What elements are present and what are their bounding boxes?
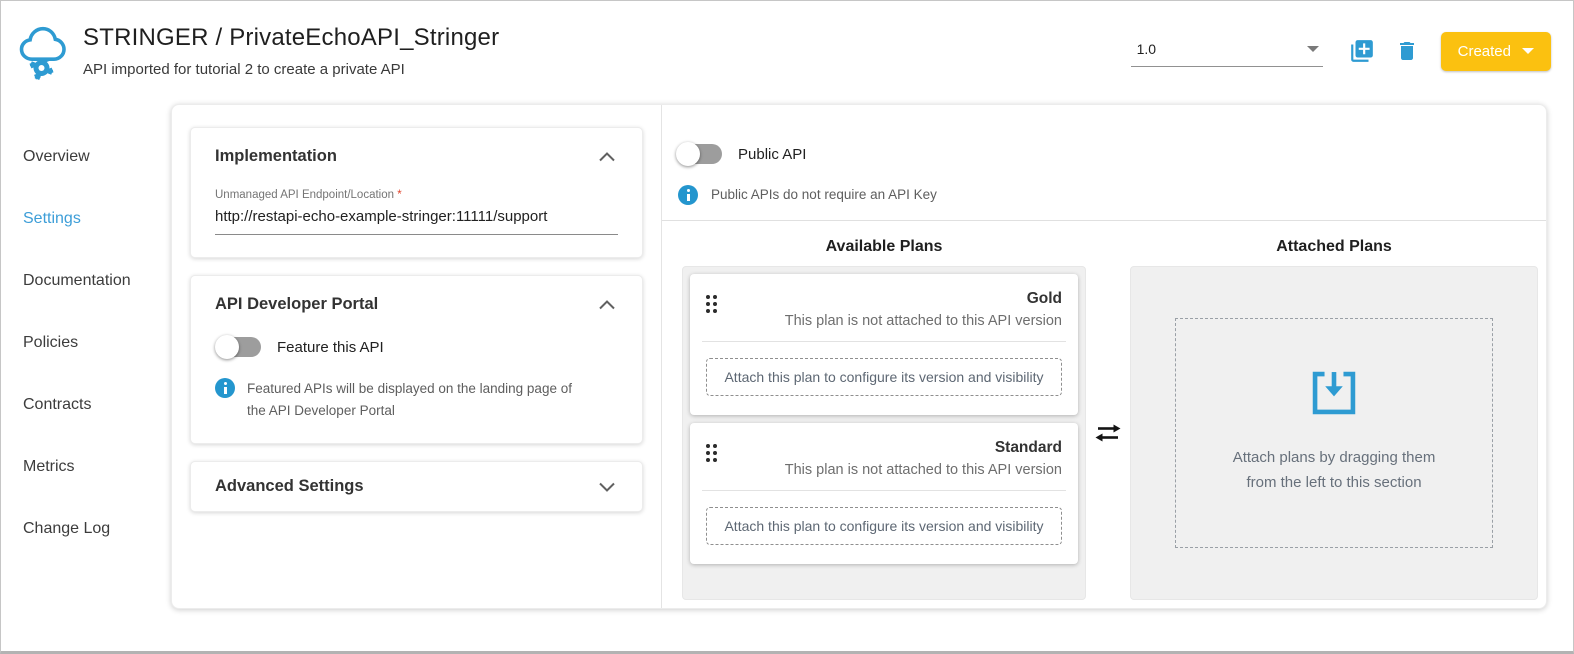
plans-area: Available Plans Gold This plan is not at…	[662, 221, 1546, 600]
chevron-down-icon	[1522, 48, 1534, 54]
feature-api-toggle[interactable]	[215, 335, 262, 359]
sidebar-item-contracts[interactable]: Contracts	[1, 374, 171, 436]
plan-card-top: Gold This plan is not attached to this A…	[706, 290, 1062, 329]
developer-portal-panel-header: API Developer Portal	[215, 295, 618, 314]
plan-card-divider	[702, 490, 1066, 491]
plan-card-standard[interactable]: Standard This plan is not attached to th…	[690, 423, 1078, 564]
plan-status: This plan is not attached to this API ve…	[717, 313, 1062, 329]
public-api-toggle-label: Public API	[738, 146, 806, 163]
plan-name: Gold	[717, 290, 1062, 308]
public-api-toggle[interactable]	[676, 142, 723, 166]
chevron-up-icon	[598, 300, 616, 310]
swap-arrows-wrap	[1086, 221, 1130, 600]
sidebar-item-policies[interactable]: Policies	[1, 312, 171, 374]
info-icon	[215, 378, 235, 398]
public-api-info: Public APIs do not require an API Key	[678, 184, 1546, 206]
attached-plans-column: Attached Plans Attach plans by dragging …	[1130, 221, 1538, 600]
status-dropdown-button[interactable]: Created	[1441, 32, 1551, 71]
expand-advanced-settings-button[interactable]	[596, 478, 618, 496]
developer-portal-title: API Developer Portal	[215, 295, 378, 314]
available-plans-column: Available Plans Gold This plan is not at…	[682, 221, 1086, 600]
advanced-settings-panel-header: Advanced Settings	[215, 477, 618, 496]
cloud-gear-logo-icon	[17, 23, 69, 81]
sidebar-item-metrics[interactable]: Metrics	[1, 436, 171, 498]
drag-handle-icon[interactable]	[706, 444, 717, 478]
dropzone-hint: Attach plans by dragging them from the l…	[1233, 446, 1436, 496]
sidebar-item-settings[interactable]: Settings	[1, 188, 171, 250]
public-api-info-text: Public APIs do not require an API Key	[711, 184, 937, 206]
feature-api-toggle-label: Feature this API	[277, 339, 384, 356]
plan-card-gold[interactable]: Gold This plan is not attached to this A…	[690, 274, 1078, 415]
endpoint-field-label: Unmanaged API Endpoint/Location *	[215, 189, 618, 201]
status-label: Created	[1458, 43, 1511, 60]
collapse-developer-portal-button[interactable]	[596, 296, 618, 314]
settings-content-card: Implementation Unmanaged API Endpoint/Lo…	[171, 104, 1547, 609]
dropzone-hint-line2: from the left to this section	[1233, 471, 1436, 496]
featured-api-info: Featured APIs will be displayed on the l…	[215, 378, 618, 421]
featured-api-info-text: Featured APIs will be displayed on the l…	[247, 378, 618, 421]
delete-api-button[interactable]	[1395, 38, 1419, 64]
required-marker: *	[397, 189, 401, 201]
attached-plans-header: Attached Plans	[1130, 238, 1538, 256]
sidebar: Overview Settings Documentation Policies…	[1, 101, 171, 560]
version-value: 1.0	[1137, 41, 1307, 57]
page-subtitle: API imported for tutorial 2 to create a …	[83, 61, 499, 78]
available-plans-container: Gold This plan is not attached to this A…	[682, 266, 1086, 600]
header: STRINGER / PrivateEchoAPI_Stringer API i…	[1, 1, 1573, 101]
library-add-icon	[1349, 38, 1375, 64]
plan-info: Standard This plan is not attached to th…	[717, 439, 1062, 478]
plan-card-top: Standard This plan is not attached to th…	[706, 439, 1062, 478]
dropzone-hint-line1: Attach plans by dragging them	[1233, 446, 1436, 471]
duplicate-version-button[interactable]	[1349, 38, 1375, 64]
sidebar-item-change-log[interactable]: Change Log	[1, 498, 171, 560]
plan-name: Standard	[717, 439, 1062, 457]
attached-plans-container: Attach plans by dragging them from the l…	[1130, 266, 1538, 600]
developer-portal-panel: API Developer Portal Feature this API	[190, 275, 643, 444]
plan-status: This plan is not attached to this API ve…	[717, 462, 1062, 478]
sidebar-item-documentation[interactable]: Documentation	[1, 250, 171, 312]
swap-horizontal-icon	[1095, 423, 1121, 443]
attached-plans-dropzone[interactable]: Attach plans by dragging them from the l…	[1175, 318, 1493, 548]
chevron-down-icon	[1307, 46, 1319, 52]
plan-info: Gold This plan is not attached to this A…	[717, 290, 1062, 329]
advanced-settings-panel: Advanced Settings	[190, 461, 643, 512]
implementation-panel: Implementation Unmanaged API Endpoint/Lo…	[190, 127, 643, 258]
attach-standard-plan-button[interactable]: Attach this plan to configure its versio…	[706, 507, 1062, 545]
toggle-knob	[676, 142, 700, 166]
title-block: STRINGER / PrivateEchoAPI_Stringer API i…	[83, 24, 499, 78]
header-actions: 1.0 Created	[1131, 32, 1551, 71]
plan-card-divider	[702, 341, 1066, 342]
chevron-down-icon	[598, 482, 616, 492]
sidebar-item-overview[interactable]: Overview	[1, 126, 171, 188]
collapse-implementation-button[interactable]	[596, 148, 618, 166]
advanced-settings-title: Advanced Settings	[215, 477, 364, 496]
drag-handle-icon[interactable]	[706, 295, 717, 329]
implementation-panel-header: Implementation	[215, 147, 618, 166]
public-api-row: Public API	[676, 142, 1546, 166]
api-manager-window: STRINGER / PrivateEchoAPI_Stringer API i…	[0, 0, 1574, 654]
toggle-knob	[215, 335, 239, 359]
chevron-up-icon	[598, 152, 616, 162]
endpoint-field: Unmanaged API Endpoint/Location * http:/…	[215, 189, 618, 235]
endpoint-label-text: Unmanaged API Endpoint/Location	[215, 189, 394, 201]
implementation-title: Implementation	[215, 147, 337, 166]
info-icon	[678, 185, 698, 205]
attach-gold-plan-button[interactable]: Attach this plan to configure its versio…	[706, 358, 1062, 396]
endpoint-input[interactable]: http://restapi-echo-example-stringer:111…	[215, 201, 618, 235]
page-title: STRINGER / PrivateEchoAPI_Stringer	[83, 24, 499, 52]
trash-icon	[1395, 38, 1419, 64]
feature-api-row: Feature this API	[215, 335, 618, 359]
drop-download-icon	[1311, 370, 1357, 416]
plans-column: Public API Public APIs do not require an…	[662, 105, 1546, 608]
settings-form-column: Implementation Unmanaged API Endpoint/Lo…	[172, 105, 662, 608]
version-select[interactable]: 1.0	[1131, 35, 1323, 67]
available-plans-header: Available Plans	[682, 238, 1086, 256]
